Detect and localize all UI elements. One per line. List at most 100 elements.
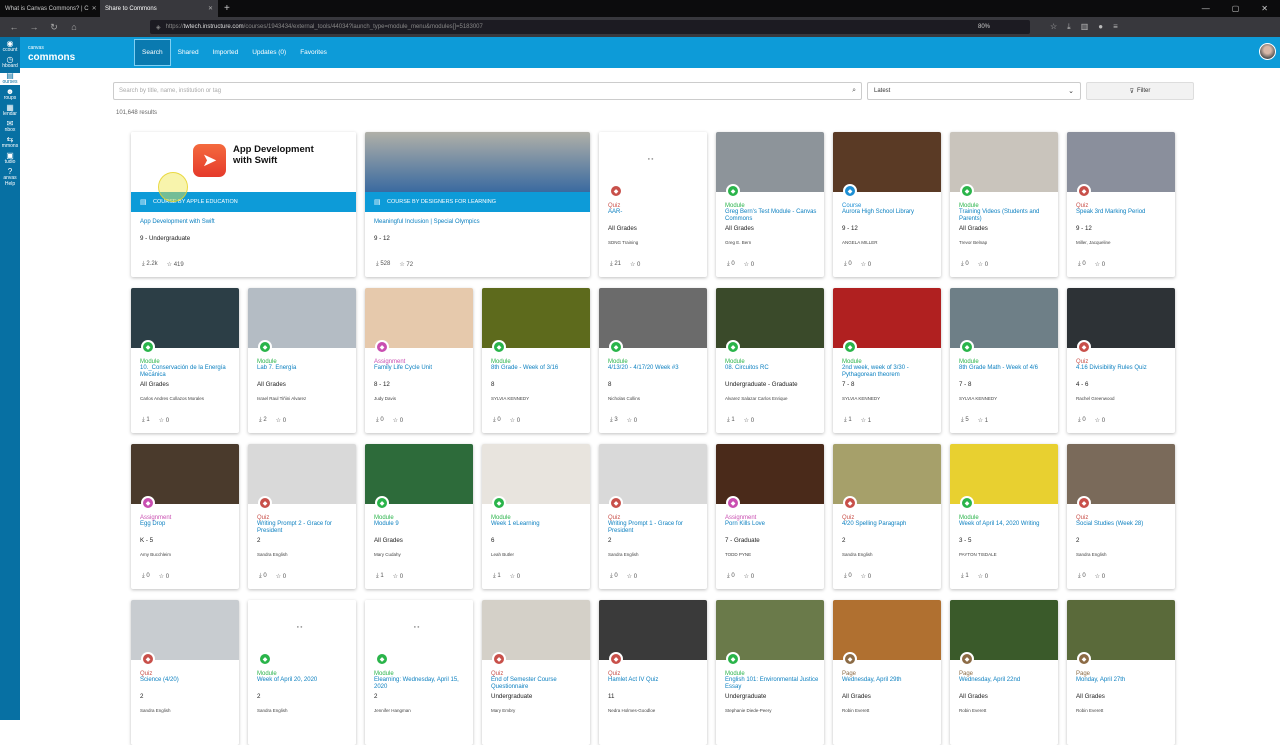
tab-shared[interactable]: Shared	[171, 39, 206, 66]
favorite-count[interactable]: ☆ 0	[744, 261, 754, 268]
resource-card[interactable]: ◆ Quiz Social Studies (Week 28) 2 Sandra Eng…	[1067, 444, 1175, 589]
resource-card[interactable]: ◆ Page Monday, April 27th All Grades Robin E…	[1067, 600, 1175, 745]
card-title[interactable]: Monday, April 27th	[1076, 677, 1174, 684]
resource-card[interactable]: ◆ Module Training Videos (Students and Par…	[950, 132, 1058, 277]
favorite-count[interactable]: ☆ 0	[510, 573, 520, 580]
global-nav-dashboard[interactable]: ◷ hboard	[0, 56, 20, 70]
resource-card[interactable]: ◆ Module Lab 7. Energía All Grades Israel Ra…	[248, 288, 356, 433]
resource-card[interactable]: ◆ Module Module 9 All Grades Mary Cudahy ⤓ 1 ☆…	[365, 444, 473, 589]
card-title[interactable]: Wednesday, April 29th	[842, 677, 940, 684]
featured-course-card[interactable]: ➤App Development with SwiftCOURSE BY APP…	[131, 132, 356, 277]
favorite-count[interactable]: ☆ 0	[630, 261, 640, 268]
favorite-count[interactable]: ☆ 0	[744, 573, 754, 580]
new-tab-icon[interactable]: +	[218, 0, 236, 17]
resource-card[interactable]: ◆ Assignment Family Life Cycle Unit 8 - 12 J…	[365, 288, 473, 433]
card-title[interactable]: 8th Grade - Week of 3/16	[491, 365, 589, 372]
maximize-icon[interactable]: ▢	[1232, 4, 1240, 13]
download-icon[interactable]: ⤓	[1067, 22, 1071, 32]
card-title[interactable]: Aurora High School Library	[842, 209, 940, 216]
card-title[interactable]: Training Videos (Students and Parents)	[959, 209, 1057, 222]
download-count[interactable]: ⤓ 0	[1078, 417, 1086, 424]
resource-card[interactable]: ◆ Assignment Porn Kills Love 7 - Graduate TO…	[716, 444, 824, 589]
global-nav-help[interactable]: ? anvas Help	[0, 168, 20, 188]
resource-card[interactable]: ◆ Quiz End of Semester Course Questionnair…	[482, 600, 590, 745]
global-nav-groups[interactable]: ☻ roups	[0, 88, 20, 102]
resource-card[interactable]: ◆ Page Wednesday, April 22nd All Grades Robi…	[950, 600, 1058, 745]
resource-card[interactable]: ◆ Module 10._Conservación de la Energía Me…	[131, 288, 239, 433]
avatar[interactable]	[1259, 43, 1276, 60]
card-title[interactable]: Speak 3rd Marking Period	[1076, 209, 1174, 216]
card-title[interactable]: Meaningful Inclusion | Special Olympics	[374, 219, 574, 226]
favorite-count[interactable]: ☆ 0	[861, 261, 871, 268]
favorite-count[interactable]: ☆ 1	[861, 417, 871, 424]
tab-search[interactable]: Search	[134, 39, 171, 66]
reload-icon[interactable]: ↻	[48, 22, 60, 33]
zoom-level[interactable]: 80%	[978, 24, 990, 30]
resource-card[interactable]: ◆ModuleElearning: Wednesday, April 15, 2…	[365, 600, 473, 745]
card-title[interactable]: Hamlet Act IV Quiz	[608, 677, 706, 684]
download-count[interactable]: ⤓ 1	[961, 573, 969, 580]
card-title[interactable]: 10._Conservación de la Energía Mecánica	[140, 365, 238, 378]
card-title[interactable]: 4/13/20 - 4/17/20 Week #3	[608, 365, 706, 372]
forward-icon[interactable]: →	[28, 22, 40, 32]
minimize-icon[interactable]: —	[1202, 4, 1210, 13]
download-count[interactable]: ⤓ 1	[376, 573, 384, 580]
bookmark-star-icon[interactable]: ☆	[1050, 22, 1057, 32]
resource-card[interactable]: ◆ Quiz 4/20 Spelling Paragraph 2 Sandra Engl…	[833, 444, 941, 589]
menu-icon[interactable]: ≡	[1113, 22, 1118, 32]
favorite-count[interactable]: ☆ 1	[978, 417, 988, 424]
favorite-count[interactable]: ☆ 0	[393, 573, 403, 580]
card-title[interactable]: 08. Circuitos RC	[725, 365, 823, 372]
resource-card[interactable]: ◆ Course Aurora High School Library 9 - 12 A…	[833, 132, 941, 277]
download-count[interactable]: ⤓ 0	[376, 417, 384, 424]
favorite-count[interactable]: ☆ 0	[627, 417, 637, 424]
resource-card[interactable]: ◆ Module Week of April 14, 2020 Writing 3 -…	[950, 444, 1058, 589]
card-title[interactable]: Social Studies (Week 28)	[1076, 521, 1174, 528]
favorite-count[interactable]: ☆ 0	[1095, 573, 1105, 580]
download-count[interactable]: ⤓ 0	[259, 573, 267, 580]
download-count[interactable]: ⤓ 3	[610, 417, 618, 424]
resource-card[interactable]: ◆ Module Week 1 eLearning 6 Leah Butler ⤓ 1 ☆ …	[482, 444, 590, 589]
download-count[interactable]: ⤓ 0	[844, 261, 852, 268]
resource-card[interactable]: ◆QuizAAR-All GradesSDNG Training⤓ 21☆ 0	[599, 132, 707, 277]
card-title[interactable]: App Development with Swift	[140, 219, 340, 226]
filter-button[interactable]: ⊽ Filter	[1086, 82, 1194, 100]
favorite-count[interactable]: ☆ 0	[393, 417, 403, 424]
card-title[interactable]: 8th Grade Math - Week of 4/6	[959, 365, 1057, 372]
favorite-count[interactable]: ☆ 0	[744, 417, 754, 424]
commons-logo[interactable]: canvas commons	[28, 44, 128, 63]
card-title[interactable]: Week of April 20, 2020	[257, 677, 355, 684]
global-nav-courses[interactable]: ▤ ourses	[0, 72, 20, 85]
tab-imported[interactable]: Imported	[206, 39, 246, 66]
resource-card[interactable]: ◆ModuleWeek of April 20, 20202Sandra Eng…	[248, 600, 356, 745]
card-title[interactable]: AAR-	[608, 209, 706, 216]
resource-card[interactable]: ◆ Quiz Hamlet Act IV Quiz 11 Nedra Holmes-Go…	[599, 600, 707, 745]
download-count[interactable]: ⤓ 0	[844, 573, 852, 580]
download-count[interactable]: ⤓ 0	[1078, 573, 1086, 580]
favorite-count[interactable]: ☆ 0	[627, 573, 637, 580]
close-icon[interactable]: ✕	[92, 5, 97, 12]
browser-tab[interactable]: What is Canvas Commons? | C ✕	[0, 0, 100, 17]
download-count[interactable]: ⤓ 1	[727, 417, 735, 424]
download-count[interactable]: ⤓ 0	[727, 573, 735, 580]
resource-card[interactable]: ◆ Module 8th Grade - Week of 3/16 8 SYLVIA K…	[482, 288, 590, 433]
card-title[interactable]: Greg Bern's Test Module - Canvas Commons	[725, 209, 823, 222]
resource-card[interactable]: ◆ Module 8th Grade Math - Week of 4/6 7 - 8…	[950, 288, 1058, 433]
resource-card[interactable]: ◆ Quiz Speak 3rd Marking Period 9 - 12 Mille…	[1067, 132, 1175, 277]
card-title[interactable]: Lab 7. Energía	[257, 365, 355, 372]
favorite-count[interactable]: ☆ 0	[276, 573, 286, 580]
address-bar[interactable]: ◈ https://twtech.instructure.com/courses…	[150, 20, 1030, 34]
library-icon[interactable]: ▥	[1081, 22, 1089, 32]
download-count[interactable]: ⤓ 0	[610, 573, 618, 580]
download-count[interactable]: ⤓ 0	[142, 573, 150, 580]
resource-card[interactable]: ◆ Quiz Writing Prompt 2 - Grace for Presid…	[248, 444, 356, 589]
card-title[interactable]: Porn Kills Love	[725, 521, 823, 528]
resource-card[interactable]: ◆ Module 08. Circuitos RC Undergraduate - G…	[716, 288, 824, 433]
card-title[interactable]: 4/20 Spelling Paragraph	[842, 521, 940, 528]
favorite-count[interactable]: ☆ 0	[276, 417, 286, 424]
favorite-count[interactable]: ☆ 0	[861, 573, 871, 580]
download-count[interactable]: ⤓ 1	[844, 417, 852, 424]
download-count[interactable]: ⤓ 0	[493, 417, 501, 424]
favorite-count[interactable]: ☆ 0	[159, 417, 169, 424]
favorite-count[interactable]: ☆ 0	[510, 417, 520, 424]
